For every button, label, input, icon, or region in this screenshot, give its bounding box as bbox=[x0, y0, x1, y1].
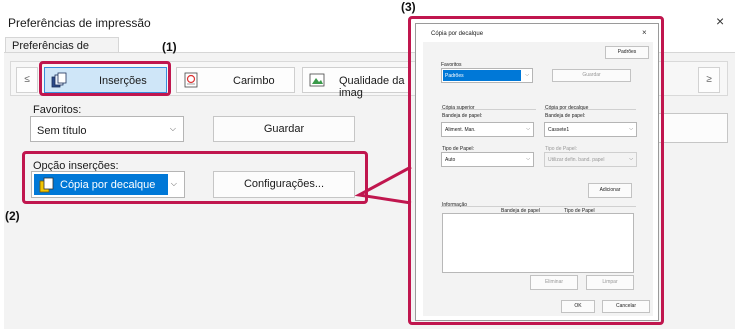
function-label: Carimbo bbox=[233, 75, 275, 87]
stamp-icon bbox=[184, 72, 198, 88]
favorites-select[interactable]: Sem título ⌵ bbox=[30, 116, 184, 142]
information-title: Informação bbox=[442, 202, 468, 208]
function-image-quality-button[interactable]: Qualidade da imag bbox=[302, 67, 410, 99]
function-label: Qualidade da imag bbox=[339, 75, 405, 99]
dialog-save-button[interactable]: Guardar bbox=[552, 69, 631, 82]
ok-button[interactable]: OK bbox=[561, 300, 595, 313]
chevron-down-icon: ⌵ bbox=[526, 156, 530, 162]
carbon-tray-label: Bandeja de papel: bbox=[545, 113, 586, 119]
information-group bbox=[441, 206, 636, 207]
save-favorites-button[interactable]: Guardar bbox=[213, 116, 355, 142]
delete-button[interactable]: Eliminar bbox=[530, 275, 578, 290]
chevron-down-icon: ⌵ bbox=[629, 156, 633, 162]
carbon-tray-select[interactable]: Cassete1 ⌵ bbox=[544, 122, 637, 137]
top-tray-label: Bandeja de papel: bbox=[442, 113, 483, 119]
image-quality-icon bbox=[309, 73, 325, 87]
chevron-down-icon: ⌵ bbox=[525, 72, 529, 78]
dialog-favorites-value: Padrões bbox=[445, 73, 464, 79]
callout-3: (3) bbox=[401, 0, 416, 14]
close-icon[interactable]: × bbox=[642, 28, 647, 37]
highlight-insert-option bbox=[22, 151, 368, 204]
top-tray-select[interactable]: Aliment. Man. ⌵ bbox=[441, 122, 534, 137]
defaults-button[interactable]: Padrões bbox=[605, 46, 649, 59]
top-type-value: Auto bbox=[445, 157, 456, 163]
function-stamp-button[interactable]: Carimbo bbox=[176, 67, 295, 93]
dialog-title: Cópia por decalque bbox=[431, 31, 484, 37]
cancel-button[interactable]: Cancelar bbox=[602, 300, 650, 313]
chevron-down-icon: ⌵ bbox=[526, 126, 530, 132]
close-icon[interactable]: × bbox=[716, 13, 724, 29]
chevron-down-icon: ⌵ bbox=[629, 126, 633, 132]
callout-arrow bbox=[355, 165, 412, 205]
top-copy-title: Cópia superior bbox=[442, 105, 475, 111]
scroll-right-button[interactable]: ≥ bbox=[698, 67, 720, 93]
information-list[interactable] bbox=[442, 213, 634, 273]
carbon-copy-title: Cópia por decalque bbox=[545, 105, 589, 111]
top-tray-value: Aliment. Man. bbox=[445, 127, 476, 133]
carbon-type-value: Utilizar defin. band. papel bbox=[548, 157, 605, 163]
highlight-insertions bbox=[39, 61, 171, 96]
carbon-tray-value: Cassete1 bbox=[548, 127, 570, 133]
carbon-type-select[interactable]: Utilizar defin. band. papel ⌵ bbox=[544, 152, 637, 167]
chevron-down-icon: ⌵ bbox=[169, 124, 176, 133]
add-button[interactable]: Adicionar bbox=[588, 183, 632, 198]
favorites-value: Sem título bbox=[37, 125, 87, 137]
top-type-select[interactable]: Auto ⌵ bbox=[441, 152, 534, 167]
window-title: Preferências de impressão bbox=[8, 16, 151, 30]
favorites-label: Favoritos: bbox=[33, 104, 82, 116]
scroll-left-button[interactable]: ≤ bbox=[16, 67, 38, 93]
callout-1: (1) bbox=[162, 40, 177, 54]
callout-2: (2) bbox=[5, 209, 20, 223]
clear-button[interactable]: Limpar bbox=[586, 275, 634, 290]
dialog-favorites-select[interactable]: Padrões ⌵ bbox=[441, 68, 533, 83]
